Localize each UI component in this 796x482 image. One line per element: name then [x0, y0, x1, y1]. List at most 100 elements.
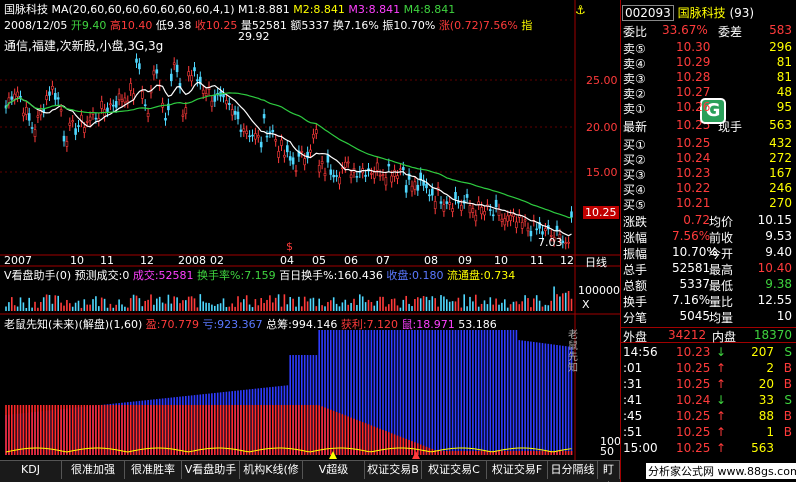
stat-value: 12.55	[757, 293, 792, 307]
volume-bar	[248, 304, 251, 311]
volume-bar	[431, 296, 434, 311]
sell-price: 10.28	[676, 70, 711, 84]
stat-value: 10.40	[757, 261, 792, 275]
candle-body	[242, 128, 246, 132]
stock-code[interactable]: 002093	[622, 5, 674, 21]
candle-body	[567, 241, 570, 244]
indicator-bar-blue	[530, 341, 532, 455]
stat-value: 7.16%	[672, 293, 711, 307]
tick-volume: 207	[751, 345, 774, 359]
candle-body	[94, 117, 98, 120]
tab-4[interactable]: 机构K线(修	[240, 461, 303, 479]
volume-bar	[222, 298, 225, 311]
volume-bar	[263, 303, 265, 311]
volume-bar	[176, 297, 178, 311]
buy-volume: 270	[769, 196, 792, 210]
indicator-bar-red	[121, 405, 123, 455]
stat-value: 9.40	[765, 245, 792, 259]
volume-bar	[318, 298, 320, 311]
y-tick: 20.00	[586, 121, 618, 134]
volume-bar	[295, 306, 297, 311]
candle-body	[283, 154, 286, 158]
sell-volume: 95	[776, 100, 792, 114]
indicator-bar-red	[132, 405, 135, 455]
indicator-bar-red	[295, 405, 297, 455]
indicator-bar-blue	[477, 330, 480, 455]
tab-1[interactable]: 很准加强	[62, 461, 125, 479]
tab-3[interactable]: V看盘助手	[182, 461, 240, 479]
volume-bar	[306, 301, 309, 311]
indicator-bar-red	[196, 405, 199, 455]
indicator-bar-blue	[419, 330, 422, 455]
chart-canvas[interactable]: $	[0, 0, 620, 460]
volume-bar	[402, 299, 405, 311]
volume-bar	[475, 294, 477, 311]
candle-body	[312, 133, 315, 139]
volume-bar	[11, 297, 13, 311]
indicator-bar-red	[570, 451, 573, 455]
volume-bar	[228, 306, 231, 311]
volume-bar	[51, 303, 54, 311]
buy-volume: 432	[769, 136, 792, 150]
stat-value: 9.38	[765, 277, 792, 291]
indicator-bar-red	[34, 405, 36, 455]
candle-body	[370, 173, 373, 175]
indicator-bar-red	[318, 405, 320, 455]
indicator-bar-red	[266, 405, 268, 455]
indicator-bar-red	[124, 405, 126, 455]
tab-9[interactable]: 日分隔线	[548, 461, 598, 479]
indicator-bar-red	[173, 405, 175, 455]
volume-bar	[405, 295, 407, 311]
indicator-bar-red	[506, 451, 509, 455]
volume-bar	[564, 292, 567, 311]
volume-bar	[182, 300, 184, 311]
candle-body	[506, 215, 510, 222]
indicator-bar-red	[466, 451, 468, 455]
indicator-bar-blue	[434, 330, 436, 455]
candle-body	[329, 169, 333, 175]
tick-price: 10.25	[676, 425, 711, 439]
tab-10[interactable]: 盯盘	[598, 461, 620, 482]
volume-bar	[31, 307, 33, 311]
candle-body	[33, 129, 37, 137]
indicator-bar-red	[211, 405, 213, 455]
sell-price: 10.30	[676, 40, 711, 54]
tab-6[interactable]: 权证交易B	[365, 461, 422, 479]
tab-5[interactable]: V超级MACD	[303, 461, 365, 482]
tab-0[interactable]: KDJ	[0, 461, 62, 479]
tab-2[interactable]: 很准胜率	[125, 461, 182, 479]
candle-body	[83, 127, 86, 133]
stat-value: 0.72	[683, 213, 710, 227]
indicator-bar-red	[45, 405, 48, 455]
indicator-bar-red	[388, 432, 390, 455]
indicator-bar-blue	[405, 330, 407, 455]
indicator-bar-red	[327, 408, 329, 455]
candle-body	[164, 117, 167, 121]
indicator-bar-red	[231, 405, 233, 455]
period-label[interactable]: 日线	[585, 254, 607, 270]
volume-bar	[118, 299, 120, 311]
indicator-bar-blue	[443, 330, 445, 455]
volume-bar	[309, 298, 312, 311]
indicator-bar-red	[463, 451, 465, 455]
tab-7[interactable]: 权证交易C	[422, 461, 487, 479]
volume-bar	[486, 304, 489, 311]
anchor-icon[interactable]: ⚓	[575, 3, 586, 17]
indicator-bar-red	[170, 405, 173, 455]
indicator-bar-red	[228, 405, 231, 455]
candle-body	[114, 101, 118, 108]
candle-body	[187, 71, 190, 77]
candle-body	[288, 156, 292, 161]
candle-body	[141, 91, 144, 99]
indicator-bar-red	[74, 405, 77, 455]
candle-body	[100, 101, 103, 109]
tab-8[interactable]: 权证交易F	[487, 461, 548, 479]
indicator-bar-blue	[544, 343, 547, 455]
indicator-bar-red	[527, 451, 529, 455]
tick-time: :51	[623, 425, 643, 439]
indicator-bar-red	[187, 405, 190, 455]
volume-bar	[161, 302, 164, 311]
indicator-bar-red	[243, 405, 245, 455]
candle-body	[53, 93, 57, 100]
indicator-bar-red	[367, 424, 370, 455]
